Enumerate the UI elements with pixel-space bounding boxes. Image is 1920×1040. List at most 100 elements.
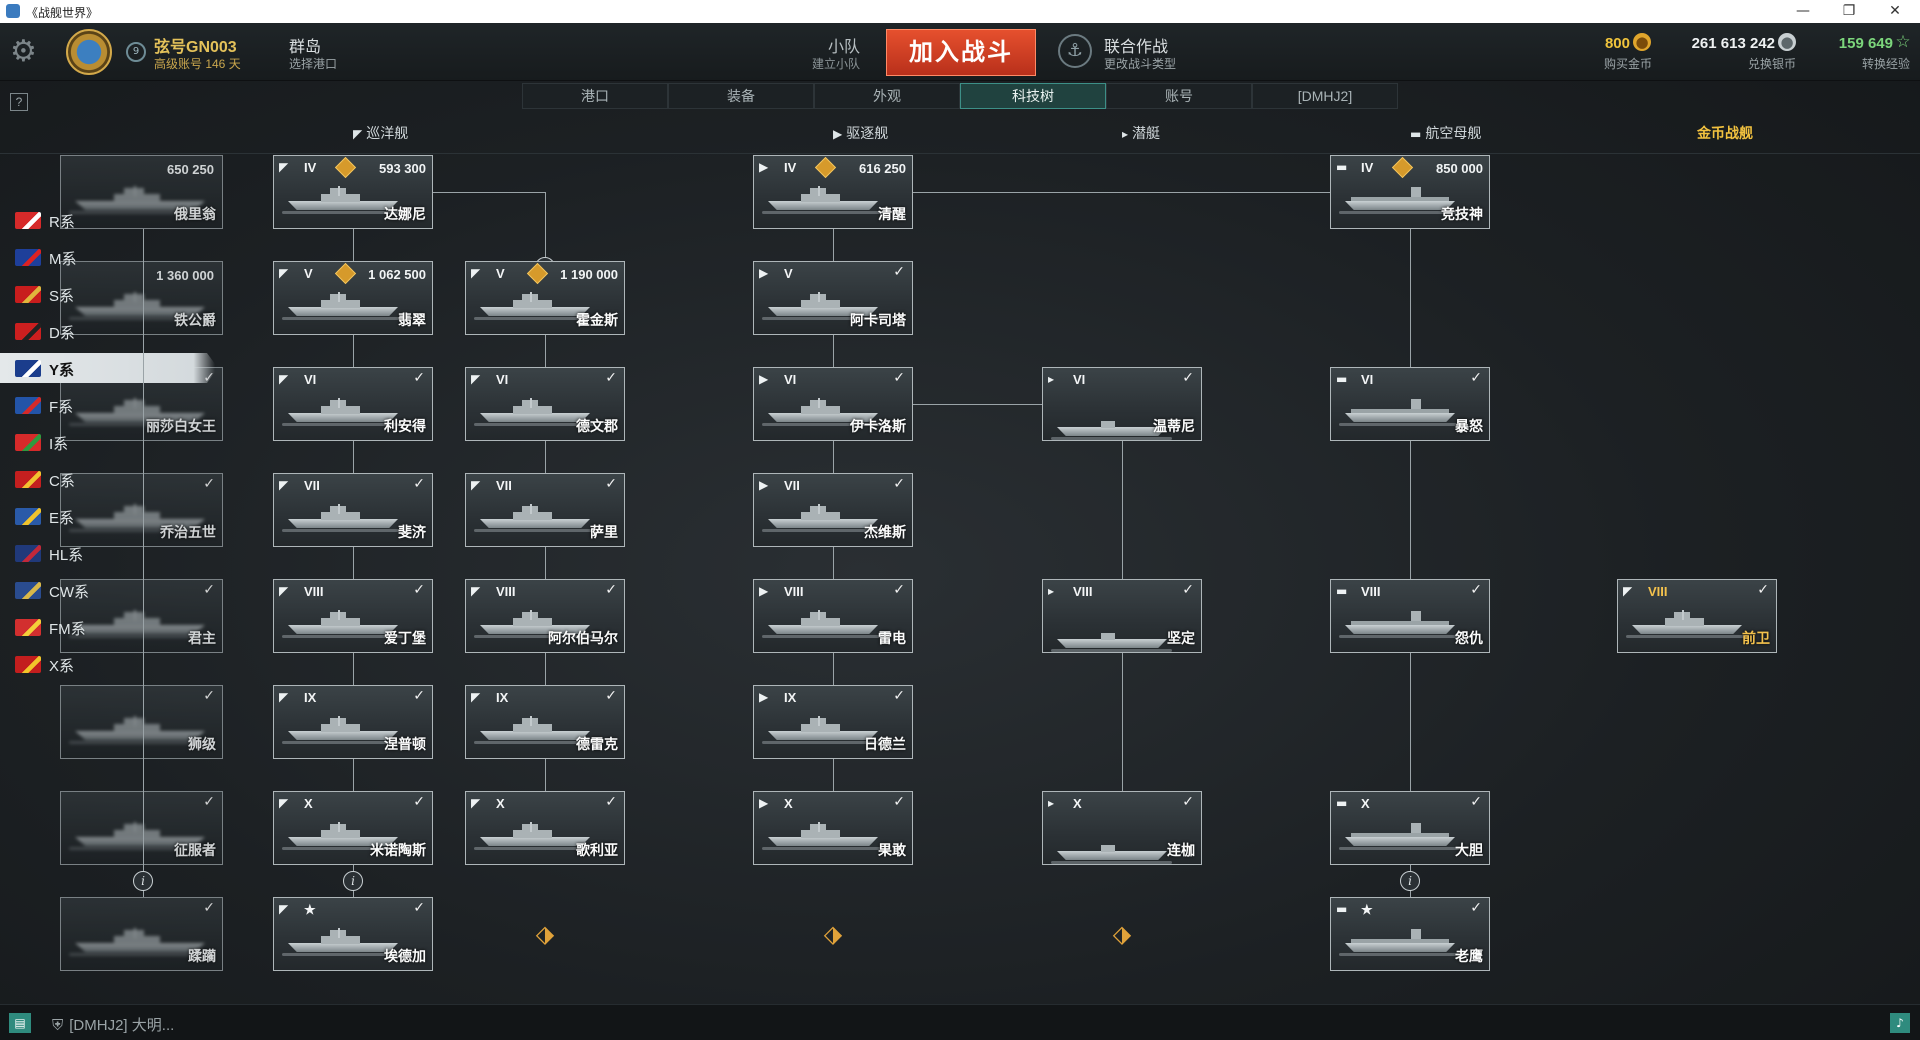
- info-icon[interactable]: i: [1400, 871, 1420, 891]
- tab-tech-tree[interactable]: 科技树: [960, 83, 1106, 109]
- researched-check-icon: ✓: [413, 688, 425, 704]
- ship-card[interactable]: ◤ V 1 190 000 霍金斯: [465, 261, 625, 335]
- window-title: 《战舰世界》: [26, 6, 99, 20]
- ship-hull: [288, 519, 398, 528]
- ship-card[interactable]: ◤ VI ✓ 德文郡: [465, 367, 625, 441]
- ship-card[interactable]: ◤ VIII ✓ 爱丁堡: [273, 579, 433, 653]
- division-label[interactable]: 小队: [800, 33, 860, 57]
- ship-card[interactable]: ◤ VIII ✓ 前卫: [1617, 579, 1777, 653]
- nation-item[interactable]: D系: [0, 316, 215, 346]
- ship-hull: [1057, 639, 1167, 648]
- ship-card[interactable]: ◤ VIII ✓ 阿尔伯马尔: [465, 579, 625, 653]
- ship-card[interactable]: ▶ VII ✓ 杰维斯: [753, 473, 913, 547]
- chat-icon[interactable]: ▤: [9, 1013, 31, 1033]
- info-icon[interactable]: i: [343, 871, 363, 891]
- ship-card[interactable]: ◤ VI ✓ 利安得: [273, 367, 433, 441]
- nation-item[interactable]: C系: [0, 464, 215, 494]
- tab-equipment[interactable]: 装备: [668, 83, 814, 109]
- tab-exterior[interactable]: 外观: [814, 83, 960, 109]
- class-header-cruisers[interactable]: ◤ 巡洋舰: [353, 123, 408, 143]
- battle-type-label[interactable]: 联合作战: [1104, 33, 1168, 57]
- tab-port[interactable]: 港口: [522, 83, 668, 109]
- ship-card[interactable]: ◤ IX ✓ 涅普顿: [273, 685, 433, 759]
- ship-card[interactable]: ◤ IX ✓ 德雷克: [465, 685, 625, 759]
- player-name[interactable]: 弦号GN003: [154, 33, 237, 57]
- ship-card[interactable]: ▶ V ✓ 阿卡司塔: [753, 261, 913, 335]
- cruiser-class-icon: ◤: [279, 160, 289, 174]
- ship-card[interactable]: ▸ X ✓ 连枷: [1042, 791, 1202, 865]
- battle-button[interactable]: 加入战斗: [886, 29, 1036, 76]
- info-icon[interactable]: i: [133, 871, 153, 891]
- locked-branch-icon[interactable]: ⬗: [820, 921, 846, 947]
- nation-label: I系: [49, 436, 69, 453]
- nation-item[interactable]: R系: [0, 205, 215, 235]
- ship-card[interactable]: ◤ V 1 062 500 翡翠: [273, 261, 433, 335]
- ship-card[interactable]: ◤ ★ ✓ 埃德加: [273, 897, 433, 971]
- nation-item[interactable]: Y系: [0, 353, 215, 383]
- nation-item[interactable]: I系: [0, 427, 215, 457]
- nation-item[interactable]: E系: [0, 501, 215, 531]
- ship-name: 大胆: [1455, 842, 1483, 858]
- flag-icon: [15, 508, 41, 525]
- ship-card[interactable]: ▶ VIII ✓ 雷电: [753, 579, 913, 653]
- researched-check-icon: ✓: [893, 370, 905, 386]
- nation-item[interactable]: FM系: [0, 612, 215, 642]
- restore-button[interactable]: ❐: [1826, 0, 1872, 23]
- bell-icon[interactable]: ♪: [1890, 1013, 1910, 1033]
- submarine-class-icon: ▸: [1048, 584, 1055, 598]
- battle-type-icon[interactable]: ⚓: [1058, 34, 1092, 68]
- clan-chat-entry[interactable]: ⛨ [DMHJ2] 大明...: [52, 1014, 174, 1035]
- class-header-premium[interactable]: 金币战舰: [1697, 123, 1753, 143]
- researched-check-icon: ✓: [1757, 582, 1769, 598]
- locked-branch-icon[interactable]: ⬗: [532, 921, 558, 947]
- locked-branch-icon[interactable]: ⬗: [1109, 921, 1135, 947]
- ship-tier: VI: [784, 372, 797, 387]
- class-header-carriers[interactable]: ▬ 航空母舰: [1410, 123, 1481, 143]
- ship-card[interactable]: ▶ IV 616 250 清醒: [753, 155, 913, 229]
- blurred-ship-card[interactable]: ✓ 征服者: [60, 791, 223, 865]
- ship-card[interactable]: ◤ VII ✓ 萨里: [465, 473, 625, 547]
- nation-item[interactable]: M系: [0, 242, 215, 272]
- tab-account[interactable]: 账号: [1106, 83, 1252, 109]
- ship-card[interactable]: ◤ IV 593 300 达娜尼: [273, 155, 433, 229]
- class-header-submarines[interactable]: ▸ 潜艇: [1122, 123, 1160, 143]
- ship-island: [1411, 399, 1421, 409]
- port-name[interactable]: 群岛: [289, 33, 321, 57]
- gold-value[interactable]: 800: [1560, 35, 1630, 52]
- nation-item[interactable]: X系: [0, 649, 215, 679]
- nation-item[interactable]: F系: [0, 390, 215, 420]
- tab-clan[interactable]: [DMHJ2]: [1252, 83, 1398, 109]
- ship-card[interactable]: ▬ IV 850 000 竞技神: [1330, 155, 1490, 229]
- ship-card[interactable]: ▸ VIII ✓ 坚定: [1042, 579, 1202, 653]
- class-header-destroyers[interactable]: ▶ 驱逐舰: [833, 123, 888, 143]
- help-icon[interactable]: ?: [10, 93, 28, 111]
- nation-label: Y系: [49, 362, 75, 379]
- ship-card[interactable]: ▸ VI ✓ 温蒂尼: [1042, 367, 1202, 441]
- ship-card[interactable]: ▬ VI ✓ 暴怒: [1330, 367, 1490, 441]
- ship-card[interactable]: ▬ ★ ✓ 老鹰: [1330, 897, 1490, 971]
- blurred-ship-card[interactable]: ✓ 狮级: [60, 685, 223, 759]
- credits-value[interactable]: 261 613 242: [1640, 35, 1775, 52]
- clan-emblem[interactable]: [66, 29, 112, 75]
- free-xp-value[interactable]: 159 649: [1800, 35, 1893, 52]
- ship-card[interactable]: ◤ VII ✓ 斐济: [273, 473, 433, 547]
- ship-card[interactable]: ▬ VIII ✓ 怨仇: [1330, 579, 1490, 653]
- ship-wake: [1339, 847, 1460, 850]
- ship-name: 温蒂尼: [1153, 418, 1195, 434]
- tree-connector: [353, 335, 354, 367]
- nation-item[interactable]: S系: [0, 279, 215, 309]
- close-button[interactable]: ✕: [1872, 0, 1918, 23]
- nation-item[interactable]: CW系: [0, 575, 215, 605]
- minimize-button[interactable]: —: [1780, 0, 1826, 23]
- blurred-ship-card[interactable]: ✓ 蹂躏: [60, 897, 223, 971]
- ship-card[interactable]: ◤ X ✓ 米诺陶斯: [273, 791, 433, 865]
- ship-price: 1 062 500: [368, 267, 426, 282]
- ship-card[interactable]: ◤ X ✓ 歌利亚: [465, 791, 625, 865]
- nation-item[interactable]: HL系: [0, 538, 215, 568]
- gear-icon[interactable]: ⚙: [10, 36, 42, 68]
- ship-card[interactable]: ▬ X ✓ 大胆: [1330, 791, 1490, 865]
- ship-card[interactable]: ▶ X ✓ 果敢: [753, 791, 913, 865]
- ship-model-image: [1051, 410, 1172, 440]
- ship-card[interactable]: ▶ VI ✓ 伊卡洛斯: [753, 367, 913, 441]
- ship-card[interactable]: ▶ IX ✓ 日德兰: [753, 685, 913, 759]
